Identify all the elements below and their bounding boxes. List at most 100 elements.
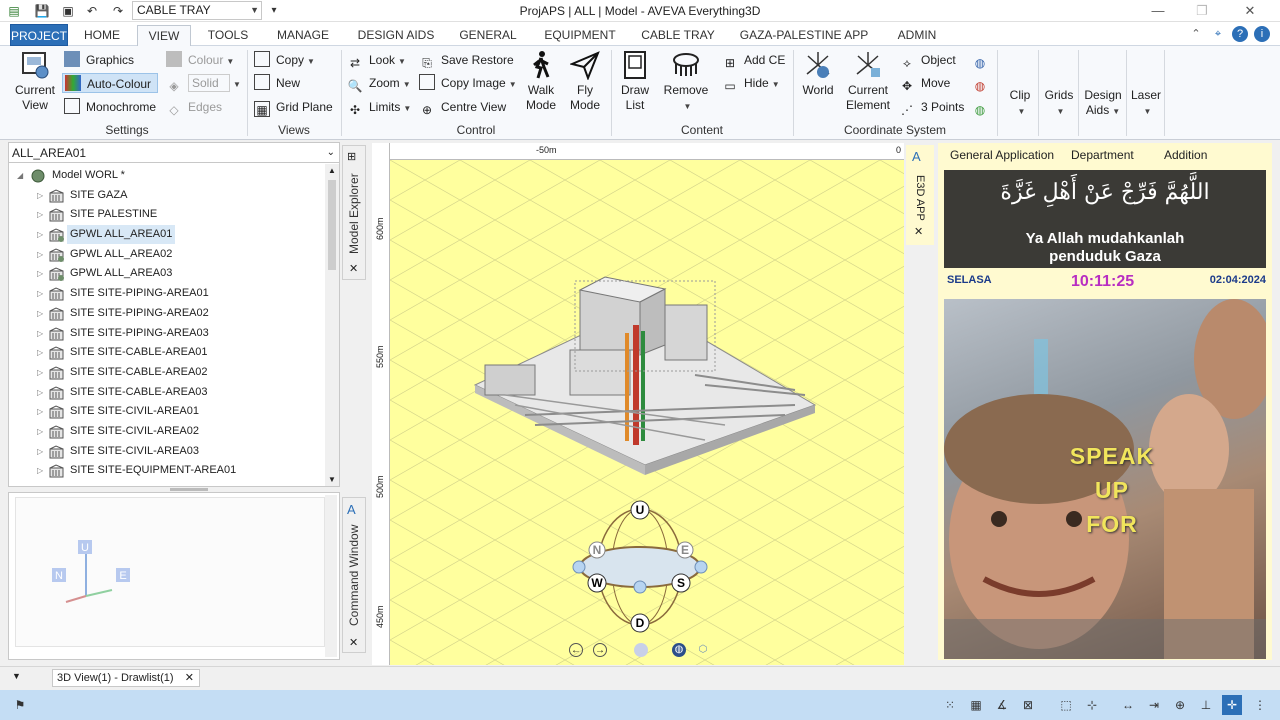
copy-view-button[interactable]: Copy ▼: [254, 50, 315, 70]
tree-item[interactable]: ▷ SITE SITE-EQUIPMENT-AREA01: [9, 461, 327, 481]
tab-project[interactable]: PROJECT: [10, 24, 68, 46]
tree-item[interactable]: ▷ GPWL ALL_AREA01: [9, 225, 327, 245]
current-element-button[interactable]: Current Element: [844, 50, 892, 113]
command-window-side-tab[interactable]: A Command Window ✕: [342, 497, 366, 653]
colour-button[interactable]: Colour ▼: [166, 50, 234, 70]
coord-globe-blue-button[interactable]: ◍: [972, 50, 994, 70]
minimize-icon[interactable]: —: [1148, 2, 1168, 20]
customize-toolbar-icon[interactable]: ▾: [266, 3, 282, 19]
graphics-button[interactable]: Graphics: [64, 50, 134, 70]
3d-viewport[interactable]: U D N E W S: [390, 160, 904, 665]
expand-triangle-icon[interactable]: ▷: [37, 205, 43, 224]
scroll-down-icon[interactable]: ▼: [328, 475, 336, 484]
context-combo[interactable]: CABLE TRAY ▼: [132, 1, 262, 20]
explorer-scrollbar-thumb[interactable]: [328, 180, 336, 270]
move-button[interactable]: ✥ Move: [899, 73, 950, 93]
expand-triangle-icon[interactable]: ▷: [37, 461, 43, 480]
globe-icon[interactable]: ◍: [672, 643, 686, 657]
tab-admin[interactable]: ADMIN: [886, 25, 948, 46]
splitter-handle[interactable]: [170, 488, 208, 491]
tab-manage[interactable]: MANAGE: [266, 25, 340, 46]
copy-image-button[interactable]: Copy Image ▼: [419, 73, 517, 93]
orbit-dot-icon[interactable]: [634, 643, 648, 657]
axis-snap-icon[interactable]: ⊥: [1196, 695, 1216, 715]
edges-button[interactable]: ◇ Edges: [166, 97, 222, 117]
expand-triangle-icon[interactable]: ▷: [37, 363, 43, 382]
current-view-button[interactable]: Current View: [12, 50, 58, 113]
measure-angle-icon[interactable]: ∡: [992, 695, 1012, 715]
tab-gaza-palestine-app[interactable]: GAZA-PALESTINE APP: [732, 25, 876, 46]
tree-item[interactable]: ▷ GPWL ALL_AREA03: [9, 264, 327, 284]
flag-icon[interactable]: ⚑: [10, 695, 30, 715]
save-icon[interactable]: 💾: [34, 3, 50, 19]
save-all-icon[interactable]: ▣: [60, 3, 76, 19]
hide-button[interactable]: ▭ Hide ▼: [722, 73, 779, 93]
draw-list-button[interactable]: Draw List: [616, 50, 654, 113]
coord-globe-green-button[interactable]: ◍: [972, 97, 994, 117]
close-icon[interactable]: ✕: [185, 670, 194, 686]
arrow-right-icon[interactable]: →: [593, 643, 607, 657]
model-explorer-side-tab[interactable]: ⊞ Model Explorer ✕: [342, 145, 366, 280]
tab-view[interactable]: VIEW: [137, 25, 191, 46]
expand-triangle-icon[interactable]: ▷: [37, 383, 43, 402]
tree-item[interactable]: ▷ SITE SITE-CIVIL-AREA01: [9, 402, 327, 422]
tab-general[interactable]: GENERAL: [452, 25, 524, 46]
fly-mode-button[interactable]: Fly Mode: [566, 50, 604, 113]
align-right-icon[interactable]: ⇥: [1144, 695, 1164, 715]
solid-button[interactable]: ◈ Solid ▼: [166, 73, 241, 93]
tree-item[interactable]: ▷ SITE SITE-CIVIL-AREA02: [9, 422, 327, 442]
tree-item[interactable]: ▷ SITE SITE-PIPING-AREA02: [9, 304, 327, 324]
add-ce-button[interactable]: ⊞ Add CE: [722, 50, 785, 70]
world-button[interactable]: World: [798, 50, 838, 98]
restore-icon[interactable]: ❐: [1192, 2, 1212, 20]
tab-home[interactable]: HOME: [76, 25, 128, 46]
crosshair-icon[interactable]: ⊕: [1170, 695, 1190, 715]
select-box-icon[interactable]: ⬚: [1056, 695, 1076, 715]
walk-mode-button[interactable]: Walk Mode: [522, 50, 560, 113]
explorer-scrollbar[interactable]: ▲ ▼: [325, 164, 339, 486]
close-icon[interactable]: ✕: [349, 262, 358, 275]
tab-cable-tray[interactable]: CABLE TRAY: [636, 25, 720, 46]
tree-item[interactable]: ▷ SITE SITE-CABLE-AREA02: [9, 363, 327, 383]
view-navigation-cube[interactable]: U D N E W S: [568, 495, 718, 635]
tree-item[interactable]: ▷ SITE SITE-CIVIL-AREA03: [9, 442, 327, 462]
tab-equipment[interactable]: EQUIPMENT: [534, 25, 626, 46]
save-restore-button[interactable]: ⎘ Save Restore: [419, 50, 514, 70]
limits-button[interactable]: ✣ Limits ▼: [347, 97, 411, 117]
tree-item[interactable]: ▷ GPWL ALL_AREA02: [9, 245, 327, 265]
look-button[interactable]: ⇄ Look ▼: [347, 50, 406, 70]
menu-general-application[interactable]: General Application: [950, 148, 1054, 162]
grid-plane-button[interactable]: ▦ Grid Plane: [254, 97, 333, 117]
close-icon[interactable]: ✕: [1240, 2, 1260, 20]
laser-button[interactable]: Laser ▼: [1130, 88, 1162, 119]
remove-button[interactable]: Remove ▼: [662, 50, 710, 114]
tree-item[interactable]: ▷ SITE SITE-PIPING-AREA03: [9, 324, 327, 344]
tree-item[interactable]: ▷ SITE SITE-CABLE-AREA01: [9, 343, 327, 363]
tab-design-aids[interactable]: DESIGN AIDS: [350, 25, 442, 46]
node-icon[interactable]: ⊹: [1082, 695, 1102, 715]
distance-icon[interactable]: ↔: [1118, 695, 1138, 715]
doc-tab-3d-view[interactable]: 3D View(1) - Drawlist(1) ✕: [52, 669, 200, 687]
expand-triangle-icon[interactable]: ▷: [37, 304, 43, 323]
expand-triangle-icon[interactable]: ▷: [37, 245, 43, 264]
more-options-icon[interactable]: ⋮: [1250, 695, 1270, 715]
command-window-scrollbar[interactable]: [325, 495, 337, 657]
close-icon[interactable]: ✕: [914, 225, 923, 238]
tree-item[interactable]: ▷ SITE SITE-PIPING-AREA01: [9, 284, 327, 304]
snap-active-icon[interactable]: ✛: [1222, 695, 1242, 715]
tab-list-dropdown-icon[interactable]: ▼: [12, 671, 21, 681]
object-button[interactable]: ⟡ Object: [899, 50, 956, 70]
arrow-left-icon[interactable]: ←: [569, 643, 583, 657]
expand-triangle-icon[interactable]: ▷: [37, 324, 43, 343]
snap-endpoint-icon[interactable]: ⊠: [1018, 695, 1038, 715]
expand-triangle-icon[interactable]: ▷: [37, 264, 43, 283]
redo-icon[interactable]: ↷: [110, 3, 126, 19]
coord-globe-red-button[interactable]: ◍: [972, 73, 994, 93]
three-points-button[interactable]: ⋰ 3 Points: [899, 97, 964, 117]
options-icon[interactable]: ⌖: [1210, 26, 1226, 42]
expand-triangle-icon[interactable]: ▷: [37, 225, 43, 244]
expand-triangle-icon[interactable]: ▷: [37, 186, 43, 205]
expand-triangle-icon[interactable]: ▷: [37, 402, 43, 421]
undo-icon[interactable]: ↶: [84, 3, 100, 19]
expand-triangle-icon[interactable]: ▷: [37, 442, 43, 461]
